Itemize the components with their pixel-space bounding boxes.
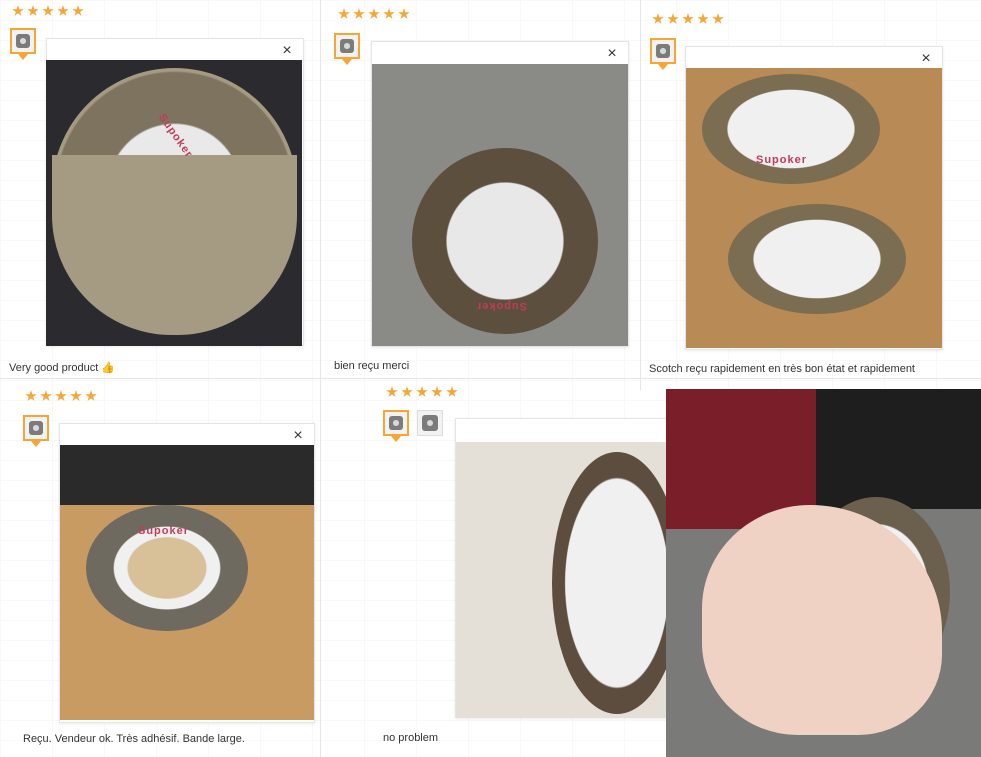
- star-icon: [338, 8, 350, 19]
- review-card: × Supoker Scotch reçu rapidement en très…: [640, 0, 981, 390]
- review-text: Scotch reçu rapidement en très bon état …: [649, 363, 915, 375]
- review-thumbnail[interactable]: [383, 410, 409, 436]
- review-photo: Supoker: [372, 64, 628, 346]
- star-icon: [55, 390, 67, 401]
- review-text: no problem: [383, 732, 439, 744]
- star-icon: [386, 386, 398, 397]
- tape-label: Supoker: [138, 525, 190, 537]
- star-icon: [712, 13, 724, 24]
- rating-stars: [25, 390, 97, 404]
- star-icon: [401, 386, 413, 397]
- review-thumbnail[interactable]: [650, 38, 676, 64]
- review-card: × Supoker Very good product 👍: [0, 0, 320, 378]
- star-icon: [398, 8, 410, 19]
- rating-stars: [12, 5, 84, 19]
- close-icon[interactable]: ×: [918, 51, 934, 67]
- review-thumbnail[interactable]: [10, 28, 36, 54]
- review-card: × Supoker Reçu. Vendeur ok. Très adhésif…: [0, 378, 320, 757]
- star-icon: [70, 390, 82, 401]
- review-thumbnail[interactable]: [417, 410, 443, 436]
- star-icon: [27, 5, 39, 16]
- star-icon: [353, 8, 365, 19]
- star-icon: [40, 390, 52, 401]
- review-thumbnail[interactable]: [23, 415, 49, 441]
- review-photo: Supoker: [46, 60, 302, 346]
- star-icon: [57, 5, 69, 16]
- close-icon[interactable]: ×: [290, 428, 306, 444]
- review-thumbnail[interactable]: [334, 33, 360, 59]
- review-photo: [456, 442, 666, 718]
- rating-stars: [652, 13, 724, 27]
- star-icon: [667, 13, 679, 24]
- review-card: no problem: [320, 378, 675, 757]
- close-icon[interactable]: ×: [604, 46, 620, 62]
- star-icon: [42, 5, 54, 16]
- review-text: Reçu. Vendeur ok. Très adhésif. Bande la…: [23, 733, 245, 745]
- star-icon: [416, 386, 428, 397]
- review-photo: Supoker: [686, 68, 942, 348]
- star-icon: [85, 390, 97, 401]
- hand-holding-tape-photo: [666, 389, 981, 757]
- star-icon: [682, 13, 694, 24]
- star-icon: [72, 5, 84, 16]
- tape-label: Supoker: [476, 300, 528, 312]
- rating-stars: [338, 8, 410, 22]
- star-icon: [383, 8, 395, 19]
- review-text: Very good product 👍: [9, 362, 116, 374]
- close-icon[interactable]: ×: [279, 43, 295, 59]
- review-text: bien reçu merci: [334, 360, 410, 372]
- star-icon: [652, 13, 664, 24]
- star-icon: [446, 386, 458, 397]
- star-icon: [697, 13, 709, 24]
- star-icon: [12, 5, 24, 16]
- rating-stars: [386, 386, 458, 400]
- review-card: × Supoker bien reçu merci: [320, 0, 640, 378]
- review-photo: Supoker: [60, 445, 314, 720]
- star-icon: [368, 8, 380, 19]
- star-icon: [25, 390, 37, 401]
- tape-label: Supoker: [756, 154, 808, 166]
- star-icon: [431, 386, 443, 397]
